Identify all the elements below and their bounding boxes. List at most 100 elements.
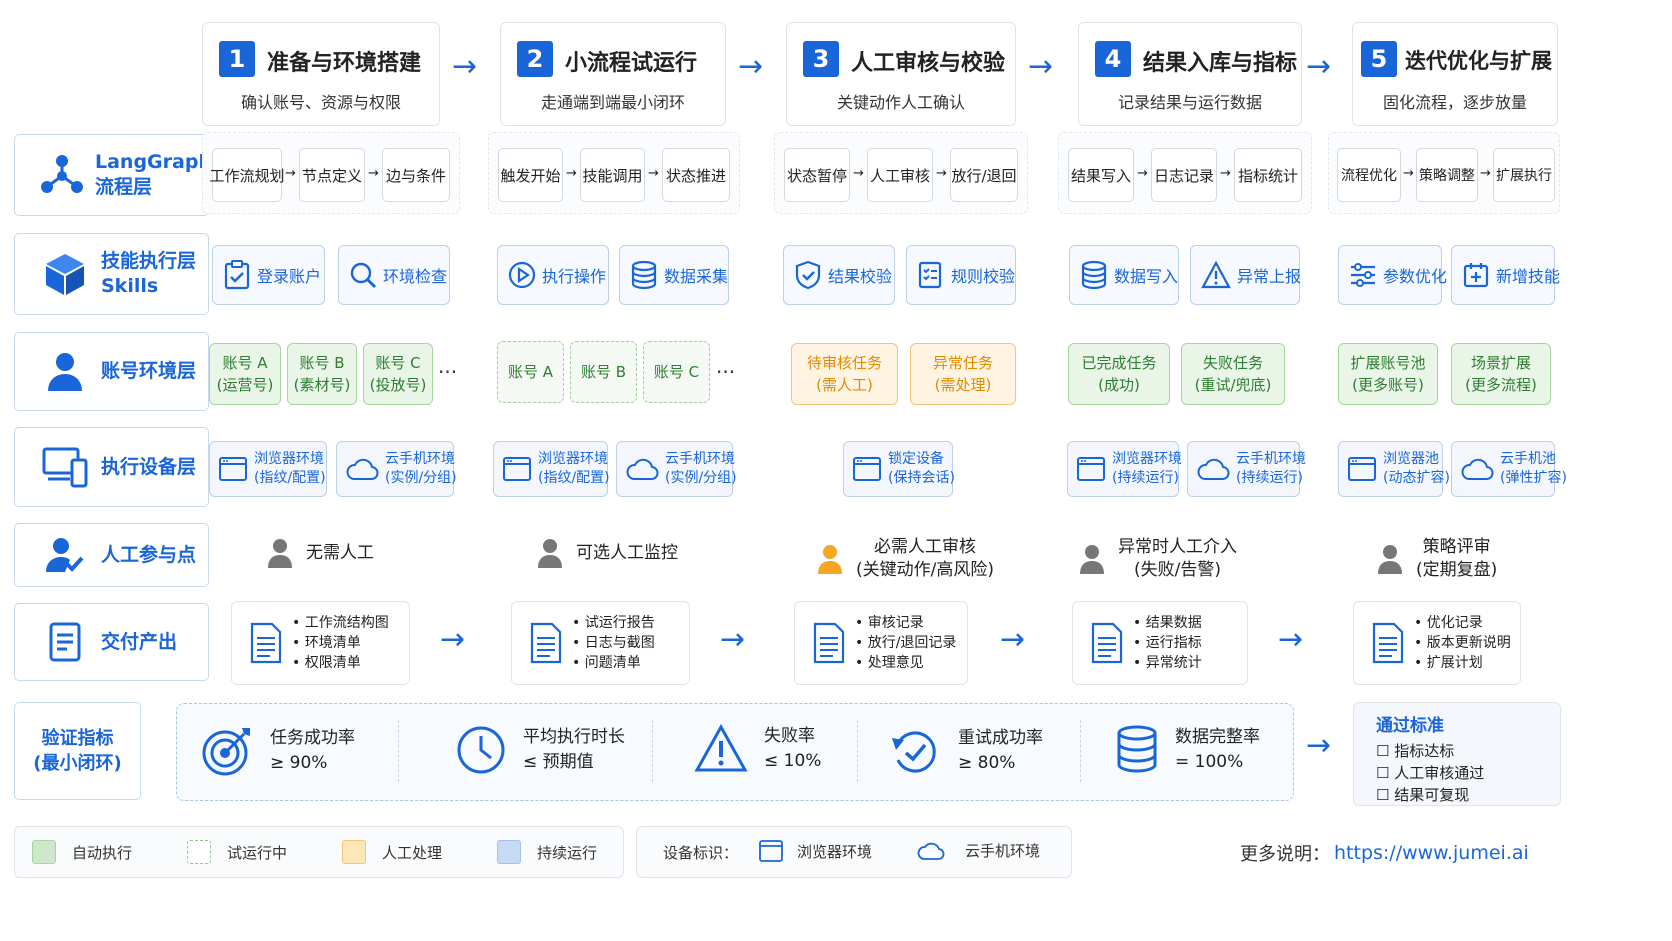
flow-step: 人工审核 <box>867 148 933 202</box>
lane-subtitle: 流程层 <box>95 176 153 198</box>
stage-subtitle: 记录结果与运行数据 <box>1117 93 1262 112</box>
ellipsis: ··· <box>438 360 458 384</box>
lane-skills: 技能执行层 Skills <box>14 233 209 315</box>
legend-label: 持续运行 <box>537 843 598 862</box>
device-chip: 锁定设备 (保持会话) <box>843 441 955 497</box>
stage-5: 5 迭代优化与扩展 固化流程，逐步放量 <box>1352 22 1558 126</box>
tag-line2: (更多流程) <box>1465 376 1537 394</box>
stage-number: 1 <box>219 41 255 77</box>
metric-divider <box>857 720 858 782</box>
metric-name: 失败率 <box>764 726 815 746</box>
device-legend-title: 设备标识： <box>663 844 739 862</box>
user-icon <box>39 351 91 393</box>
legend-swatch <box>187 840 211 864</box>
task-tag: 待审核任务 (需人工) <box>791 343 898 405</box>
legend-human: 人工处理 <box>342 840 442 864</box>
document-icon <box>39 622 91 662</box>
human-line2: (关键动作/高风险) <box>856 560 994 580</box>
device-line2: (保持会话) <box>888 470 955 486</box>
lane-device: 执行设备层 <box>14 427 209 507</box>
human-point: 策略评审 (定期复盘) <box>1378 536 1497 582</box>
document-icon <box>1091 622 1123 664</box>
metric-value: = 100% <box>1175 752 1244 772</box>
sliders-icon <box>1349 262 1377 288</box>
graph-nodes-icon <box>39 152 85 198</box>
tag-line2: (运营号) <box>216 376 274 394</box>
legend-label: 人工处理 <box>382 843 443 862</box>
tag-line1: 账号 A <box>507 363 554 381</box>
document-icon <box>530 622 562 664</box>
metric-value: ≤ 10% <box>764 751 822 771</box>
metric-name: 重试成功率 <box>958 728 1043 748</box>
lane-account: 账号环境层 <box>14 332 209 411</box>
tag-line2: (更多账号) <box>1352 376 1424 394</box>
device-chip: 浏览器环境 (持续运行) <box>1067 441 1182 497</box>
stage-title: 准备与环境搭建 <box>267 51 422 76</box>
legend-label: 试运行中 <box>227 843 288 862</box>
account-tag: 账号 A (运营号) <box>209 343 281 405</box>
device-chip: 浏览器环境 (指纹/配置) <box>209 441 327 497</box>
skill-chip: 执行操作 <box>497 245 609 305</box>
stage-subtitle: 确认账号、资源与权限 <box>240 93 401 112</box>
device-line2: (指纹/配置) <box>538 470 610 486</box>
account-tag: 账号 A <box>497 341 564 403</box>
legend-trial: 试运行中 <box>187 840 287 864</box>
deliverable-item: • 运行指标 <box>1133 635 1202 651</box>
browser-icon <box>1076 456 1106 482</box>
clock-icon <box>455 724 507 776</box>
deliverable-item: • 权限清单 <box>292 655 361 671</box>
device-chip: 云手机环境 (实例/分组) <box>336 441 457 497</box>
checklist-icon <box>917 260 945 290</box>
device-chip: 云手机环境 (持续运行) <box>1187 441 1306 497</box>
skill-label: 执行操作 <box>542 267 607 286</box>
person-icon <box>1080 544 1104 574</box>
deliverable-card: • 结果数据 • 运行指标 • 异常统计 <box>1072 601 1248 685</box>
flow-arrow: → <box>1137 166 1148 181</box>
deliverable-item: • 异常统计 <box>1133 655 1202 671</box>
deliverable-item: • 结果数据 <box>1133 615 1202 631</box>
more-info-link[interactable]: https://www.jumei.ai <box>1334 842 1529 864</box>
skill-label: 规则校验 <box>951 267 1016 286</box>
pass-criteria-item: ☐ 结果可复现 <box>1376 786 1470 804</box>
stage-number: 5 <box>1361 41 1397 77</box>
lane-verify: 验证指标 (最小闭环) <box>14 702 141 800</box>
task-tag: 已完成任务 (成功) <box>1068 343 1170 405</box>
device-line1: 浏览器环境 <box>254 451 324 467</box>
flow-step: 边与条件 <box>382 148 450 202</box>
tag-line1: 待审核任务 <box>806 354 882 372</box>
metric-duration: 平均执行时长 ≤ 预期值 <box>455 724 625 776</box>
flow-arrow: → <box>285 166 296 181</box>
tag-line2: (需处理) <box>934 376 992 394</box>
metric-name: 任务成功率 <box>270 728 355 748</box>
cloud-icon <box>345 457 379 481</box>
flow-step: 日志记录 <box>1151 148 1217 202</box>
stage-arrow: → <box>1028 49 1054 84</box>
account-tag: 账号 B <box>570 341 637 403</box>
retry-icon <box>888 724 942 778</box>
skill-chip: 新增技能 <box>1451 245 1560 305</box>
device-line1: 浏览器环境 <box>538 451 608 467</box>
device-line2: (实例/分组) <box>665 470 737 486</box>
device-line2: (持续运行) <box>1112 470 1179 486</box>
legend-label: 自动执行 <box>72 843 133 862</box>
play-icon <box>508 261 536 289</box>
device-chip: 浏览器环境 (指纹/配置) <box>493 441 610 497</box>
user-check-icon <box>39 536 91 574</box>
stage-arrow: → <box>452 49 478 84</box>
browser-icon <box>218 456 248 482</box>
device-chip: 浏览器池 (动态扩容) <box>1338 441 1450 497</box>
flow-step: 放行/退回 <box>950 148 1018 202</box>
metric-divider <box>398 720 399 782</box>
metric-name: 数据完整率 <box>1175 727 1260 747</box>
browser-icon <box>1347 456 1377 482</box>
stage-title: 迭代优化与扩展 <box>1405 49 1552 73</box>
human-point: 可选人工监控 <box>538 538 678 568</box>
flow-step: 结果写入 <box>1068 148 1134 202</box>
tag-line1: 扩展账号池 <box>1350 354 1426 372</box>
stage-4: 4 结果入库与指标 记录结果与运行数据 <box>1078 22 1302 126</box>
skill-chip: 异常上报 <box>1190 245 1301 305</box>
stage-subtitle: 关键动作人工确认 <box>836 93 965 112</box>
lane-title: 技能执行层 <box>101 250 197 272</box>
flow-arrow: → <box>566 166 577 181</box>
legend-continuous: 持续运行 <box>497 840 597 864</box>
